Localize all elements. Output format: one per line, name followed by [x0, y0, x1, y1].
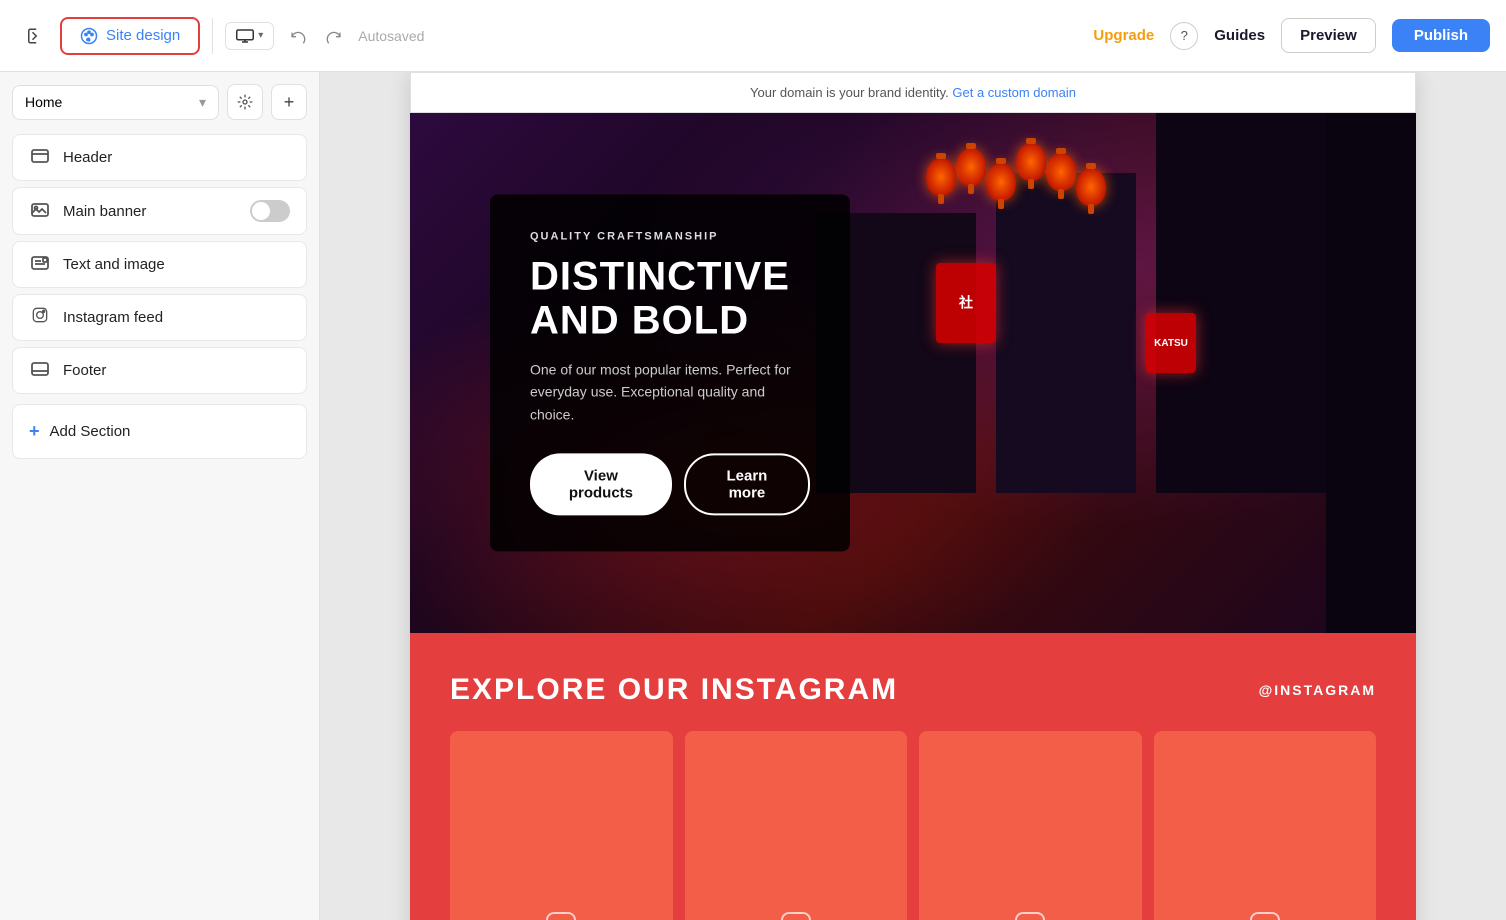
instagram-title: EXPLORE OUR INSTAGRAM — [450, 673, 898, 707]
monitor-icon — [236, 29, 254, 43]
hero-section: 社 KATSU QUALITY CRAFTSMANSHIP DISTINCTIV… — [410, 113, 1416, 633]
sidebar-item-label: Header — [63, 149, 112, 166]
sidebar-item-label: Text and image — [63, 256, 165, 273]
lantern-4 — [956, 148, 986, 186]
site-design-label: Site design — [106, 27, 180, 44]
upgrade-button[interactable]: Upgrade — [1093, 27, 1154, 44]
exit-button[interactable] — [16, 18, 52, 54]
plus-icon: + — [29, 421, 40, 442]
instagram-header: EXPLORE OUR INSTAGRAM @INSTAGRAM — [450, 673, 1376, 707]
lantern-5 — [1076, 168, 1106, 206]
neon-sign-2: KATSU — [1146, 313, 1196, 373]
instagram-section: EXPLORE OUR INSTAGRAM @INSTAGRAM — [410, 633, 1416, 920]
sidebar-item-instagram-feed[interactable]: Instagram feed — [12, 294, 307, 341]
hero-title: DISTINCTIVE AND BOLD — [530, 254, 810, 342]
sidebar: Home ▾ + Header — [0, 72, 320, 920]
text-image-icon — [29, 254, 51, 275]
plus-icon: + — [284, 92, 295, 113]
instagram-thumb-icon-3 — [1015, 912, 1045, 920]
site-design-button[interactable]: Site design — [60, 17, 200, 55]
toolbar: Site design ▾ Autosaved Upg — [0, 0, 1506, 72]
hero-subtitle: QUALITY CRAFTSMANSHIP — [530, 230, 810, 242]
custom-domain-link[interactable]: Get a custom domain — [952, 85, 1076, 100]
page-dropdown-label: Home — [25, 94, 62, 110]
page-settings-button[interactable] — [227, 84, 263, 120]
sidebar-item-footer[interactable]: Footer — [12, 347, 307, 394]
building-1 — [1156, 113, 1336, 493]
lantern-1 — [1046, 153, 1076, 191]
help-button[interactable]: ? — [1170, 22, 1198, 50]
instagram-thumb-1 — [450, 731, 673, 920]
lantern-2 — [1016, 143, 1046, 181]
building-3 — [1326, 113, 1416, 633]
instagram-icon — [29, 307, 51, 328]
undo-redo-group — [282, 20, 350, 52]
footer-icon — [29, 360, 51, 381]
lantern-6 — [926, 158, 956, 196]
instagram-grid — [450, 731, 1376, 920]
sidebar-item-label: Instagram feed — [63, 309, 163, 326]
instagram-thumb-3 — [919, 731, 1142, 920]
domain-banner-text: Your domain is your brand identity. — [750, 85, 949, 100]
preview-button[interactable]: Preview — [1281, 18, 1376, 53]
sidebar-item-text-and-image[interactable]: Text and image — [12, 241, 307, 288]
banner-icon — [29, 201, 51, 222]
preview-frame: Your domain is your brand identity. Get … — [410, 72, 1416, 920]
sidebar-item-label: Main banner — [63, 203, 146, 220]
lantern-3 — [986, 163, 1016, 201]
chevron-down-icon: ▾ — [258, 30, 263, 41]
main-banner-toggle[interactable] — [250, 200, 290, 222]
toolbar-divider — [212, 18, 213, 54]
add-section-label: Add Section — [50, 423, 131, 440]
hero-description: One of our most popular items. Perfect f… — [530, 358, 810, 425]
instagram-thumb-icon-2 — [781, 912, 811, 920]
device-selector[interactable]: ▾ — [225, 22, 274, 50]
autosaved-status: Autosaved — [358, 28, 424, 44]
preview-area: Your domain is your brand identity. Get … — [320, 72, 1506, 920]
instagram-thumb-2 — [685, 731, 908, 920]
chevron-down-icon: ▾ — [199, 94, 206, 111]
toolbar-left: Site design ▾ Autosaved — [16, 17, 424, 55]
sidebar-item-main-banner[interactable]: Main banner — [12, 187, 307, 235]
page-dropdown[interactable]: Home ▾ — [12, 85, 219, 120]
guides-button[interactable]: Guides — [1214, 27, 1265, 44]
undo-button[interactable] — [282, 20, 314, 52]
gear-icon — [237, 94, 253, 110]
learn-more-button[interactable]: Learn more — [684, 454, 810, 516]
redo-button[interactable] — [318, 20, 350, 52]
instagram-thumb-icon-4 — [1250, 912, 1280, 920]
view-products-button[interactable]: View products — [530, 454, 672, 516]
domain-banner: Your domain is your brand identity. Get … — [410, 72, 1416, 113]
header-icon — [29, 147, 51, 168]
add-section-button[interactable]: + Add Section — [12, 404, 307, 459]
instagram-handle: @INSTAGRAM — [1259, 682, 1376, 698]
instagram-thumb-icon — [546, 912, 576, 920]
building-2 — [996, 173, 1136, 493]
hero-buttons: View products Learn more — [530, 454, 810, 516]
hero-content-box: QUALITY CRAFTSMANSHIP DISTINCTIVE AND BO… — [490, 194, 850, 551]
main-area: Home ▾ + Header — [0, 72, 1506, 920]
toolbar-right: Upgrade ? Guides Preview Publish — [1093, 18, 1490, 53]
sidebar-item-header[interactable]: Header — [12, 134, 307, 181]
palette-icon — [80, 27, 98, 45]
page-selector-row: Home ▾ + — [12, 84, 307, 120]
publish-button[interactable]: Publish — [1392, 19, 1490, 52]
neon-sign-1: 社 — [936, 263, 996, 343]
page-add-button[interactable]: + — [271, 84, 307, 120]
instagram-thumb-4 — [1154, 731, 1377, 920]
sidebar-item-label: Footer — [63, 362, 106, 379]
